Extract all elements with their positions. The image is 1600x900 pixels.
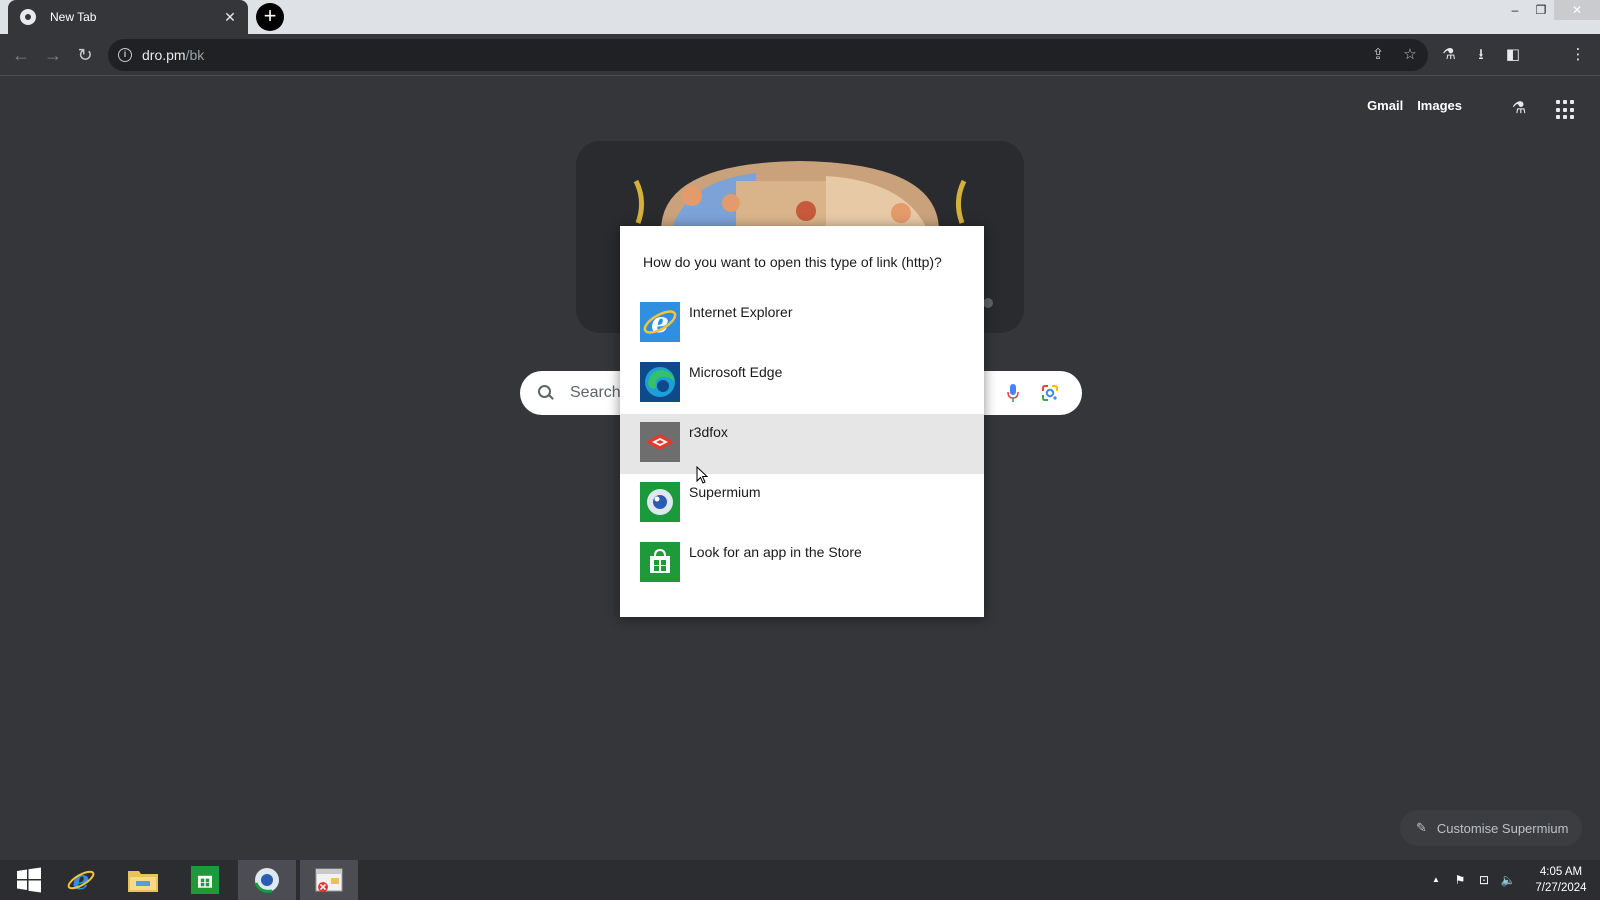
- taskbar-store[interactable]: [176, 860, 234, 900]
- gmail-link[interactable]: Gmail: [1367, 98, 1403, 113]
- taskbar-file-explorer[interactable]: [114, 860, 172, 900]
- restore-button[interactable]: ❐: [1528, 0, 1554, 20]
- google-lens-icon[interactable]: [1040, 383, 1060, 403]
- store-icon: [191, 866, 219, 894]
- internet-explorer-icon: e: [67, 866, 95, 895]
- google-apps-icon[interactable]: [1556, 100, 1576, 120]
- forward-button[interactable]: →: [40, 42, 66, 68]
- mouse-cursor-icon: [696, 466, 708, 484]
- action-center-flag-icon[interactable]: ⚑: [1448, 860, 1472, 900]
- chrome-favicon-icon: [20, 9, 36, 25]
- ntp-header-links: Gmail Images: [1367, 98, 1462, 113]
- app-option-internet-explorer[interactable]: e Internet Explorer: [620, 294, 984, 354]
- url-path: /bk: [185, 47, 205, 63]
- customise-label: Customise Supermium: [1436, 820, 1569, 836]
- window-close-button[interactable]: ✕: [1554, 0, 1600, 20]
- taskbar-open-with-dialog[interactable]: [300, 860, 358, 900]
- search-placeholder: Search: [570, 384, 621, 401]
- clock-date: 7/27/2024: [1535, 882, 1587, 894]
- tab-new-tab[interactable]: New Tab ✕: [8, 0, 248, 34]
- url-host: dro.pm: [142, 47, 186, 63]
- app-option-store[interactable]: Look for an app in the Store: [620, 534, 984, 594]
- clock-time: 4:05 AM: [1539, 866, 1583, 878]
- supermium-icon: [254, 868, 279, 893]
- tab-close-icon[interactable]: ✕: [222, 9, 238, 25]
- file-explorer-icon: [128, 871, 158, 892]
- tray-overflow-chevron-icon[interactable]: ▲: [1424, 860, 1448, 900]
- pencil-icon: ✎: [1416, 820, 1427, 835]
- dialog-window-icon: [315, 868, 343, 892]
- voice-search-icon[interactable]: [1006, 383, 1020, 403]
- site-info-icon[interactable]: i: [118, 48, 132, 62]
- app-label: Microsoft Edge: [689, 364, 783, 380]
- supermium-icon: [640, 482, 680, 522]
- address-bar[interactable]: i dro.pm/bk ⇪ ☆: [108, 39, 1428, 71]
- labs-icon[interactable]: ⚗: [1438, 44, 1460, 66]
- images-link[interactable]: Images: [1417, 98, 1462, 113]
- network-icon[interactable]: ⊡: [1472, 860, 1496, 900]
- new-tab-button[interactable]: +: [256, 3, 284, 31]
- taskbar-internet-explorer[interactable]: e: [52, 860, 110, 900]
- app-label: Supermium: [689, 484, 761, 500]
- app-label: r3dfox: [689, 424, 728, 440]
- search-labs-icon[interactable]: ⚗: [1508, 98, 1530, 120]
- tab-strip: New Tab ✕ + – ❐ ✕: [0, 0, 1600, 34]
- share-icon[interactable]: ⇪: [1368, 45, 1388, 65]
- start-icon: [17, 867, 41, 893]
- taskbar-supermium[interactable]: [238, 860, 296, 900]
- app-option-supermium[interactable]: Supermium: [620, 474, 984, 534]
- dialog-title: How do you want to open this type of lin…: [643, 254, 942, 270]
- windows-taskbar: e ▲ ⚑ ⊡ 🔈 4:05 AM 7/27/2024: [0, 860, 1600, 900]
- menu-icon[interactable]: ⋮: [1567, 44, 1589, 66]
- microsoft-edge-icon: [640, 362, 680, 402]
- minimize-button[interactable]: –: [1502, 0, 1528, 20]
- window-controls: – ❐ ✕: [1502, 0, 1600, 20]
- app-option-microsoft-edge[interactable]: Microsoft Edge: [620, 354, 984, 414]
- open-with-dialog: How do you want to open this type of lin…: [620, 226, 984, 617]
- back-button[interactable]: ←: [8, 42, 34, 68]
- store-icon: [640, 542, 680, 582]
- system-tray: ▲ ⚑ ⊡ 🔈 4:05 AM 7/27/2024: [1424, 860, 1600, 900]
- volume-muted-icon[interactable]: 🔈: [1496, 860, 1520, 900]
- tab-title: New Tab: [50, 10, 97, 24]
- app-option-r3dfox[interactable]: r3dfox: [620, 414, 984, 474]
- internet-explorer-icon: e: [640, 302, 680, 342]
- download-icon[interactable]: ⭳: [1470, 44, 1492, 66]
- bookmark-star-icon[interactable]: ☆: [1400, 45, 1420, 65]
- customise-button[interactable]: ✎ Customise Supermium: [1400, 810, 1582, 846]
- app-label: Look for an app in the Store: [689, 544, 862, 560]
- svg-text:e: e: [73, 866, 90, 895]
- start-button[interactable]: [0, 860, 58, 900]
- browser-toolbar: ← → ↻ i dro.pm/bk ⇪ ☆ ⚗ ⭳ ◧ ⋮: [0, 34, 1600, 76]
- r3dfox-icon: [640, 422, 680, 462]
- search-icon: [538, 385, 554, 401]
- reload-button[interactable]: ↻: [72, 42, 98, 68]
- profile-button[interactable]: [1535, 44, 1557, 66]
- app-label: Internet Explorer: [689, 304, 793, 320]
- side-panel-icon[interactable]: ◧: [1502, 44, 1524, 66]
- taskbar-clock[interactable]: 4:05 AM 7/27/2024: [1528, 864, 1594, 896]
